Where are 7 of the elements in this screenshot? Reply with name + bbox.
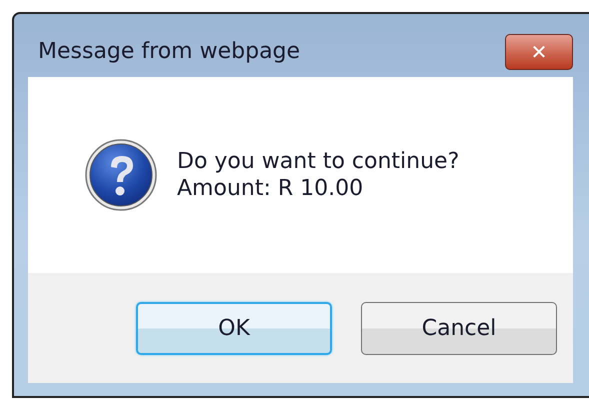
- message-text: Do you want to continue?: [177, 149, 460, 174]
- close-button[interactable]: ✕: [505, 34, 573, 70]
- dialog-button[interactable]: OK: [136, 302, 332, 354]
- message-text: Amount: R 10.00: [177, 176, 364, 201]
- window-title: Message from webpage: [38, 38, 300, 64]
- dialog-button[interactable]: Cancel: [361, 302, 557, 354]
- question-icon: [85, 139, 157, 211]
